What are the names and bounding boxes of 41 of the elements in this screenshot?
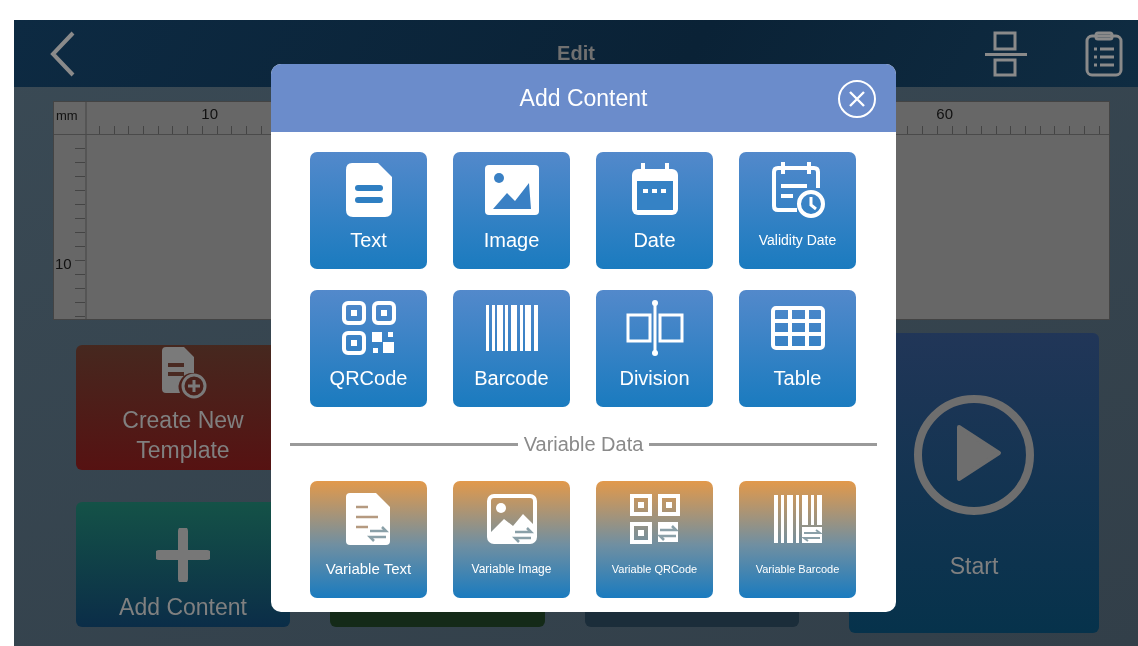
section-heading: Variable Data bbox=[523, 433, 644, 456]
document-icon bbox=[345, 163, 392, 217]
plus-icon bbox=[156, 528, 210, 582]
screen-title: Edit bbox=[557, 42, 595, 65]
image-swap-icon bbox=[486, 494, 537, 544]
add-content-tile[interactable]: Add Content bbox=[76, 502, 290, 627]
document-swap-icon bbox=[345, 493, 392, 545]
tile-label: Add Content bbox=[119, 593, 247, 622]
calendar-icon bbox=[629, 163, 680, 217]
table-icon bbox=[770, 306, 825, 350]
barcode-icon bbox=[484, 305, 539, 351]
dialog-title: Add Content bbox=[519, 84, 648, 112]
variable-barcode-button[interactable]: Variable Barcode bbox=[739, 481, 856, 598]
calendar-clock-icon bbox=[770, 162, 825, 218]
ruler-label: 10 bbox=[201, 105, 219, 122]
image-icon bbox=[484, 165, 539, 215]
close-icon[interactable] bbox=[837, 79, 877, 119]
variable-qrcode-button[interactable]: Variable QRCode bbox=[596, 481, 713, 598]
validity-date-button[interactable]: Validity Date bbox=[739, 152, 856, 269]
date-button[interactable]: Date bbox=[596, 152, 713, 269]
variable-image-button[interactable]: Variable Image bbox=[453, 481, 570, 598]
ruler-label: 60 bbox=[936, 105, 954, 122]
qrcode-button[interactable]: QRCode bbox=[310, 290, 427, 407]
table-button[interactable]: Table bbox=[739, 290, 856, 407]
tile-label: Start bbox=[949, 552, 999, 581]
barcode-button[interactable]: Barcode bbox=[453, 290, 570, 407]
ruler-unit: mm bbox=[54, 102, 87, 134]
split-columns-icon bbox=[625, 299, 684, 357]
text-button[interactable]: Text bbox=[310, 152, 427, 269]
qr-code-icon bbox=[341, 301, 396, 355]
tile-label: Create New Template bbox=[121, 406, 245, 465]
play-icon bbox=[914, 395, 1034, 515]
qr-code-swap-icon bbox=[629, 494, 680, 544]
image-button[interactable]: Image bbox=[453, 152, 570, 269]
split-layout-icon[interactable] bbox=[984, 30, 1028, 77]
ruler-label: 10 bbox=[55, 254, 72, 272]
division-button[interactable]: Division bbox=[596, 290, 713, 407]
variable-text-button[interactable]: Variable Text bbox=[310, 481, 427, 598]
barcode-swap-icon bbox=[772, 495, 823, 543]
back-icon[interactable] bbox=[50, 30, 76, 77]
clipboard-list-icon[interactable] bbox=[1084, 30, 1124, 77]
